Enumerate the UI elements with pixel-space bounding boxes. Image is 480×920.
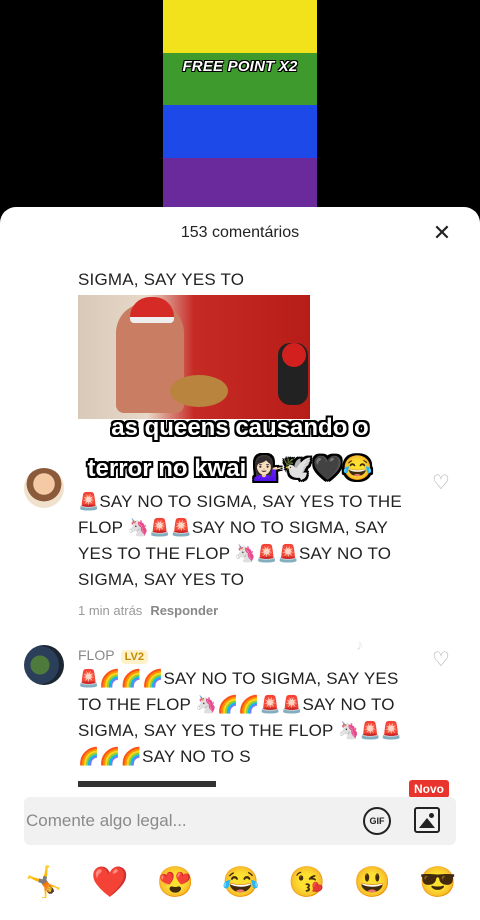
close-icon[interactable]: ✕ [430,221,454,245]
sheet-header: 153 comentários ✕ [0,207,480,259]
emoji-button[interactable]: ❤️ [88,861,132,905]
comment-text: 🚨🌈🌈🌈SAY NO TO SIGMA, SAY YES TO THE FLOP… [78,669,403,766]
santa-hat [130,297,174,323]
comment-input[interactable] [24,797,344,845]
comment-input-bar: GIF [24,797,456,845]
emoji-button[interactable]: 😘 [285,861,329,905]
avatar[interactable] [24,645,64,685]
emoji-button[interactable]: 🤸 [22,861,66,905]
comment-text: SIGMA, SAY YES TO [78,270,245,289]
comment-username[interactable]: FLOP LV2 [78,647,148,664]
emoji-button[interactable]: 😂 [219,861,263,905]
rainbow-flag-image [163,0,317,210]
tiktok-watermark-icon: ♪ [356,637,364,654]
gif-button[interactable]: GIF [363,807,391,835]
partial-image-edge [78,781,216,787]
toy-head [282,343,306,367]
emoji-button[interactable]: 😎 [416,861,460,905]
image-icon[interactable] [414,807,440,833]
comment-time: 1 min atrás [78,603,143,618]
comment-meta: 1 min atrás Responder [78,603,218,618]
caption-line-2: terror no kwai 💁🏻‍♀️🕊️🖤😂 [87,455,373,482]
emoji-button[interactable]: 😃 [350,861,394,905]
reply-button[interactable]: Responder [150,603,218,618]
caption-line-1: as queens causando o [111,414,369,441]
comments-sheet: 153 comentários ✕ SIGMA, SAY YES TO ♡ 🚨S… [0,207,480,920]
comment-image[interactable] [78,295,310,419]
food-plate [170,375,228,407]
comment-text: 🚨SAY NO TO SIGMA, SAY YES TO THE FLOP 🦄🚨… [78,492,402,589]
heart-outline-icon[interactable]: ♡ [429,648,453,672]
comments-count-title: 153 comentários [180,224,300,241]
video-player[interactable]: FREE POINT X2 [0,0,480,215]
new-badge: Novo [409,780,449,798]
username-text[interactable]: FLOP [78,647,115,663]
emoji-button[interactable]: 😍 [153,861,197,905]
level-badge: LV2 [120,650,148,664]
emoji-quick-row: 🤸 ❤️ 😍 😂 😘 😃 😎 [22,858,460,908]
video-overlay-text: FREE POINT X2 [182,58,298,75]
